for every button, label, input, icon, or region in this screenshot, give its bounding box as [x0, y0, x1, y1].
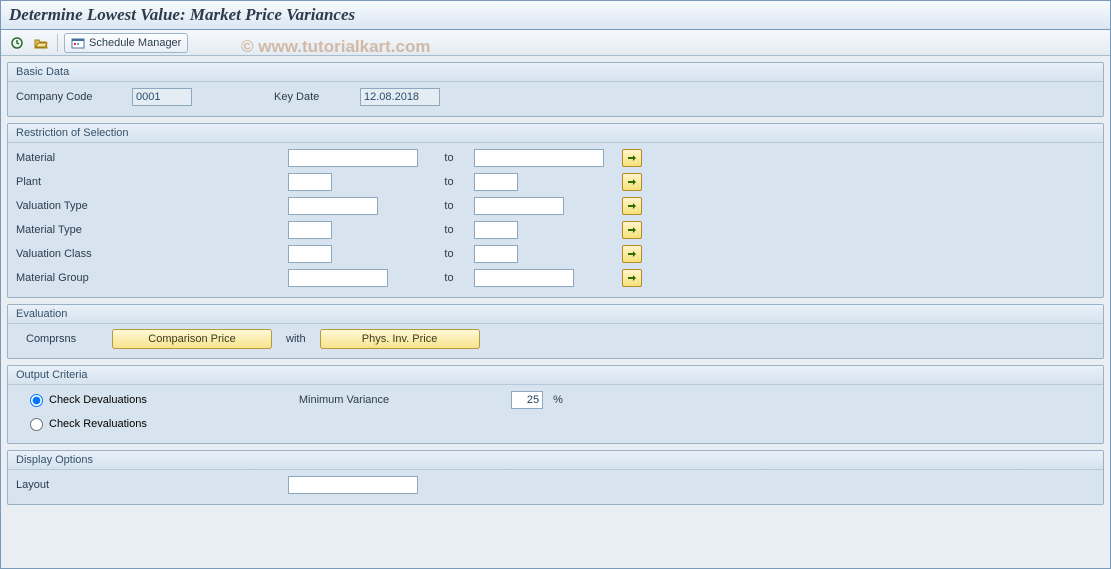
with-label: with [278, 333, 314, 345]
toolbar-divider [57, 34, 58, 52]
content-area: Basic Data Company Code Key Date Restric… [1, 56, 1110, 517]
material-type-to-input[interactable] [474, 221, 518, 239]
material-type-label: Material Type [16, 224, 126, 236]
material-group-to-input[interactable] [474, 269, 574, 287]
to-label-valclass: to [434, 248, 464, 260]
check-devaluations-label: Check Devaluations [49, 394, 147, 406]
material-group-multi-select-button[interactable] [622, 269, 642, 287]
company-code-field[interactable] [132, 88, 192, 106]
toolbar: Schedule Manager [1, 30, 1110, 56]
valuation-type-multi-select-button[interactable] [622, 197, 642, 215]
valuation-type-label: Valuation Type [16, 200, 126, 212]
schedule-manager-label: Schedule Manager [89, 37, 181, 49]
arrow-right-icon [627, 201, 637, 211]
check-revaluations-radio-input[interactable] [30, 418, 43, 431]
valuation-class-to-input[interactable] [474, 245, 518, 263]
arrow-right-icon [627, 177, 637, 187]
calendar-icon [71, 37, 85, 49]
to-label: to [434, 152, 464, 164]
valuation-type-from-input[interactable] [288, 197, 378, 215]
group-legend-output: Output Criteria [8, 366, 1103, 385]
minimum-variance-input[interactable] [511, 391, 543, 409]
plant-label: Plant [16, 176, 126, 188]
app-window: Determine Lowest Value: Market Price Var… [0, 0, 1111, 569]
check-devaluations-radio[interactable]: Check Devaluations [26, 394, 147, 407]
group-legend-restriction: Restriction of Selection [8, 124, 1103, 143]
company-code-label: Company Code [16, 91, 126, 103]
group-restriction: Restriction of Selection Material to Pla… [7, 123, 1104, 298]
key-date-field[interactable] [360, 88, 440, 106]
to-label-plant: to [434, 176, 464, 188]
arrow-right-icon [627, 273, 637, 283]
group-legend-basic-data: Basic Data [8, 63, 1103, 82]
minimum-variance-label: Minimum Variance [299, 394, 389, 406]
valuation-class-multi-select-button[interactable] [622, 245, 642, 263]
material-type-multi-select-button[interactable] [622, 221, 642, 239]
comparison-price-button[interactable]: Comparison Price [112, 329, 272, 349]
layout-label: Layout [16, 479, 126, 491]
material-group-from-input[interactable] [288, 269, 388, 287]
clock-execute-icon [10, 36, 24, 50]
to-label-valtype: to [434, 200, 464, 212]
arrow-right-icon [627, 225, 637, 235]
plant-to-input[interactable] [474, 173, 518, 191]
group-output-criteria: Output Criteria Check Devaluations Minim… [7, 365, 1104, 444]
valuation-class-from-input[interactable] [288, 245, 332, 263]
material-group-label: Material Group [16, 272, 126, 284]
material-label: Material [16, 152, 126, 164]
to-label-mattype: to [434, 224, 464, 236]
check-revaluations-label: Check Revaluations [49, 418, 147, 430]
folder-open-icon [34, 36, 48, 50]
page-title: Determine Lowest Value: Market Price Var… [9, 5, 355, 24]
valuation-type-to-input[interactable] [474, 197, 564, 215]
to-label-matgroup: to [434, 272, 464, 284]
arrow-right-icon [627, 153, 637, 163]
group-evaluation: Evaluation Comprsns Comparison Price wit… [7, 304, 1104, 359]
material-from-input[interactable] [288, 149, 418, 167]
plant-from-input[interactable] [288, 173, 332, 191]
group-basic-data: Basic Data Company Code Key Date [7, 62, 1104, 117]
group-display-options: Display Options Layout [7, 450, 1104, 505]
arrow-right-icon [627, 249, 637, 259]
layout-input[interactable] [288, 476, 418, 494]
material-type-from-input[interactable] [288, 221, 332, 239]
group-legend-display: Display Options [8, 451, 1103, 470]
group-legend-evaluation: Evaluation [8, 305, 1103, 324]
key-date-label: Key Date [274, 91, 354, 103]
check-revaluations-radio[interactable]: Check Revaluations [26, 418, 147, 431]
material-multi-select-button[interactable] [622, 149, 642, 167]
titlebar: Determine Lowest Value: Market Price Var… [1, 1, 1110, 30]
execute-button[interactable] [7, 33, 27, 53]
schedule-manager-button[interactable]: Schedule Manager [64, 33, 188, 53]
get-variant-button[interactable] [31, 33, 51, 53]
comprsns-label: Comprsns [26, 333, 106, 345]
check-devaluations-radio-input[interactable] [30, 394, 43, 407]
phys-inv-price-button[interactable]: Phys. Inv. Price [320, 329, 480, 349]
plant-multi-select-button[interactable] [622, 173, 642, 191]
percent-sign: % [549, 394, 563, 406]
material-to-input[interactable] [474, 149, 604, 167]
valuation-class-label: Valuation Class [16, 248, 126, 260]
